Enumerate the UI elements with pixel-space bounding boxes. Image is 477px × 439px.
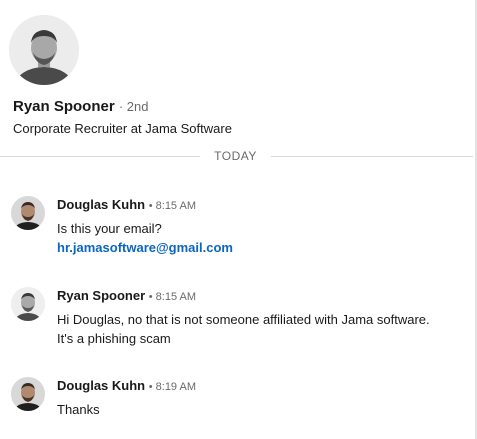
sender-avatar[interactable] xyxy=(11,287,45,321)
message-text: Hi Douglas, no that is not someone affil… xyxy=(57,312,430,327)
date-divider: TODAY xyxy=(0,146,475,166)
message-body: Hi Douglas, no that is not someone affil… xyxy=(57,310,469,348)
douglas-photo-icon xyxy=(11,196,45,230)
message-text: Is this your email? xyxy=(57,221,162,236)
message-time: • 8:15 AM xyxy=(148,291,197,303)
douglas-photo-icon xyxy=(11,377,45,411)
profile-photo-icon xyxy=(9,15,79,85)
message-header: Douglas Kuhn • 8:19 AM xyxy=(57,377,196,396)
message-time: • 8:15 AM xyxy=(148,200,196,212)
profile-name-row: Ryan Spooner · 2nd xyxy=(13,97,149,117)
message-time: • 8:19 AM xyxy=(148,381,196,393)
sender-name[interactable]: Douglas Kuhn xyxy=(57,378,145,393)
message-body: Is this your email? hr.jamasoftware@gmai… xyxy=(57,219,469,257)
ryan-photo-icon xyxy=(11,287,45,321)
sender-avatar[interactable] xyxy=(11,377,45,411)
sender-name[interactable]: Ryan Spooner xyxy=(57,288,145,303)
message-text: Thanks xyxy=(57,402,100,417)
date-divider-label: TODAY xyxy=(214,149,257,163)
message-header: Douglas Kuhn • 8:15 AM xyxy=(57,196,196,215)
profile-headline: Corporate Recruiter at Jama Software xyxy=(13,121,232,136)
profile-name[interactable]: Ryan Spooner xyxy=(13,98,115,115)
connection-degree: · 2nd xyxy=(118,99,149,114)
divider-line-left xyxy=(0,156,200,157)
sender-avatar[interactable] xyxy=(11,196,45,230)
email-link[interactable]: hr.jamasoftware@gmail.com xyxy=(57,240,233,255)
divider-line-right xyxy=(271,156,473,157)
profile-avatar[interactable] xyxy=(9,15,79,85)
message-header: Ryan Spooner • 8:15 AM xyxy=(57,287,196,306)
sender-name[interactable]: Douglas Kuhn xyxy=(57,197,145,212)
message-body: Thanks xyxy=(57,400,469,419)
message-text: It's a phishing scam xyxy=(57,331,171,346)
